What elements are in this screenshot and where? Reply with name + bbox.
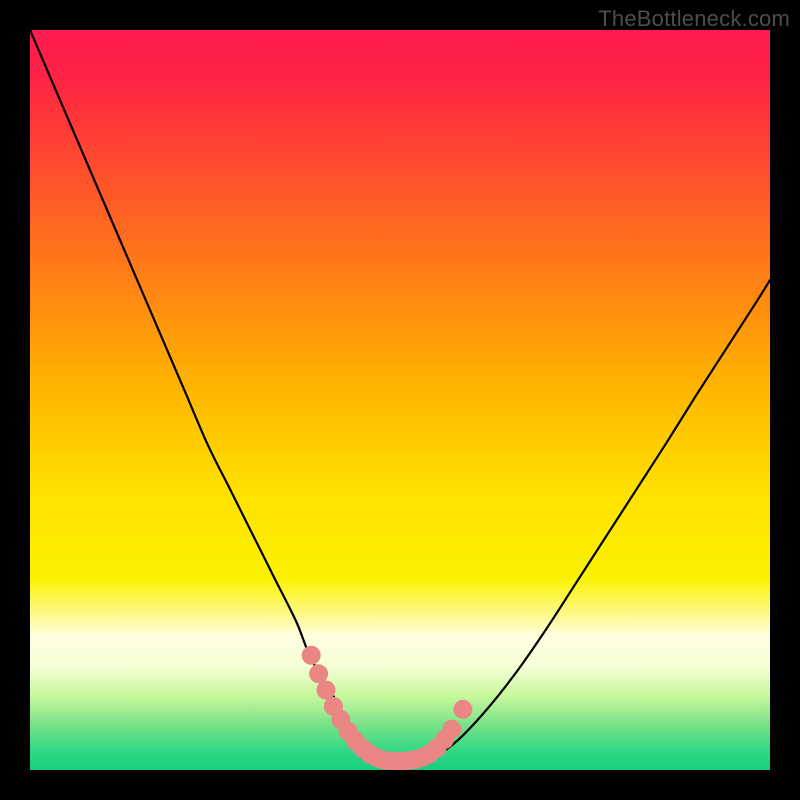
- plot-area: [30, 30, 770, 770]
- chart-frame: TheBottleneck.com: [0, 0, 800, 800]
- watermark-text: TheBottleneck.com: [598, 6, 790, 32]
- marker-group: [302, 646, 473, 770]
- bottleneck-curve: [30, 30, 770, 761]
- marker-dot: [317, 681, 336, 700]
- marker-dot: [309, 664, 328, 683]
- curve-layer: [30, 30, 770, 770]
- marker-dot: [302, 646, 321, 665]
- marker-dot: [442, 720, 461, 739]
- marker-dot: [453, 700, 472, 719]
